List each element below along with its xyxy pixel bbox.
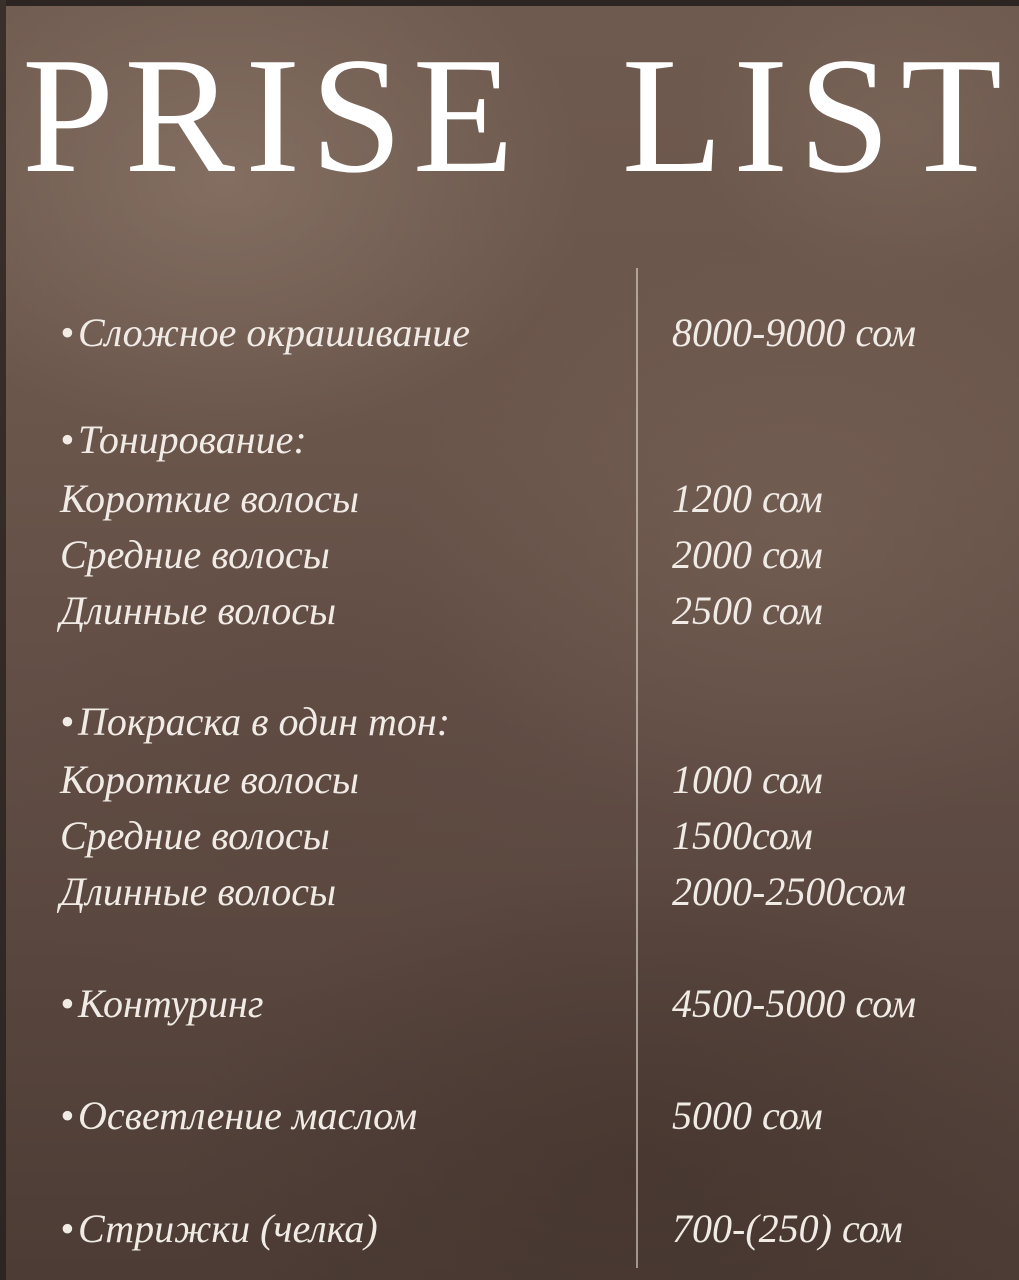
service-price: 1000 сом [672,757,823,802]
price-row-complex-coloring: • Сложное окрашивание 8000-9000 сом [0,305,1019,361]
service-price: 1500сом [672,813,813,858]
bullet-icon: • [60,1093,75,1138]
bullet-icon: • [60,417,75,462]
title-word-list: LIST [621,23,1012,207]
service-label: Средние волосы [60,532,330,577]
bullet-icon: • [60,1206,75,1251]
service-label: • Сложное окрашивание [60,305,470,361]
service-price: 2000-2500сом [672,869,907,914]
title-word-prise: PRISE [22,23,525,207]
section-heading-toning: • Тонирование: [0,412,1019,468]
service-label: • Контуринг [60,976,263,1032]
service-price: 700-(250) сом [672,1206,903,1251]
section-label: • Тонирование: [60,412,307,468]
service-label: Длинные волосы [60,869,337,914]
page-title: PRISE LIST [22,18,1012,198]
service-label: Короткие волосы [60,757,360,802]
section-heading-single-tone: • Покраска в один тон: [0,694,1019,750]
price-row-oil-lightening: • Осветление маслом 5000 сом [0,1088,1019,1144]
price-row-toning-medium: Средние волосы 2000 сом [0,527,1019,583]
price-row-toning-short: Короткие волосы 1200 сом [0,471,1019,527]
top-frame-edge [0,0,1019,6]
price-row-single-tone-short: Короткие волосы 1000 сом [0,752,1019,808]
service-price: 1200 сом [672,476,823,521]
service-label: Средние волосы [60,813,330,858]
price-row-haircuts: • Стрижки (челка) 700-(250) сом [0,1201,1019,1257]
price-row-toning-long: Длинные волосы 2500 сом [0,583,1019,639]
service-price: 2500 сом [672,588,823,633]
price-row-contouring: • Контуринг 4500-5000 сом [0,976,1019,1032]
price-row-single-tone-medium: Средние волосы 1500сом [0,808,1019,864]
price-row-single-tone-long: Длинные волосы 2000-2500сом [0,864,1019,920]
service-label: Короткие волосы [60,476,360,521]
section-label: • Покраска в один тон: [60,694,450,750]
service-price: 4500-5000 сом [672,981,917,1026]
bullet-icon: • [60,699,75,744]
service-price: 8000-9000 сом [672,310,917,355]
bullet-icon: • [60,310,75,355]
service-price: 5000 сом [672,1093,823,1138]
service-price: 2000 сом [672,532,823,577]
service-label: • Осветление маслом [60,1088,417,1144]
bullet-icon: • [60,981,75,1026]
service-label: • Стрижки (челка) [60,1201,378,1257]
service-label: Длинные волосы [60,588,337,633]
